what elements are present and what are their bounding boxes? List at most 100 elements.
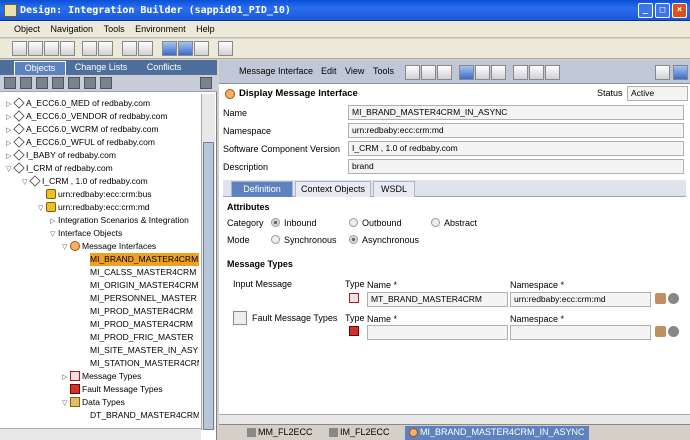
- input-message-name-field[interactable]: MT_BRAND_MASTER4CRM: [367, 292, 508, 307]
- tree-item[interactable]: MI_PROD_MASTER4CRM: [90, 305, 193, 318]
- tree-item[interactable]: ▷ A_ECC6.0_WCRM of redbaby.com: [6, 123, 159, 136]
- tree-item[interactable]: ▽ Interface Objects: [50, 227, 122, 240]
- menu-view[interactable]: View: [345, 66, 364, 76]
- menu-navigation[interactable]: Navigation: [47, 21, 98, 34]
- forward-arrow-icon[interactable]: [178, 41, 193, 56]
- navigate-icon[interactable]: [668, 293, 679, 304]
- check-icon[interactable]: [437, 65, 452, 80]
- menu-tools[interactable]: Tools: [100, 21, 129, 34]
- tree-item[interactable]: ▷ A_ECC6.0_VENDOR of redbaby.com: [6, 110, 168, 123]
- sort-icon[interactable]: [68, 77, 80, 89]
- tree-item-selected[interactable]: MI_BRAND_MASTER4CRM: [90, 253, 199, 266]
- radio-synchronous[interactable]: Synchronous: [271, 235, 337, 245]
- tab-conflicts[interactable]: Conflicts: [136, 61, 192, 75]
- settings-icon[interactable]: [218, 41, 233, 56]
- new-icon[interactable]: [12, 41, 27, 56]
- tab-wsdl[interactable]: WSDL: [373, 181, 415, 197]
- fault-message-add-icon[interactable]: [233, 311, 247, 325]
- info-icon[interactable]: [459, 65, 474, 80]
- tree-item[interactable]: MI_STATION_MASTER4CRM: [90, 357, 199, 370]
- tree-item[interactable]: ▽ Data Types: [62, 396, 125, 409]
- tree-item[interactable]: ▷ Message Types: [62, 370, 141, 383]
- minimize-button[interactable]: _: [638, 3, 653, 18]
- paste-icon[interactable]: [98, 41, 113, 56]
- tree-item[interactable]: ▽ I_CRM , 1.0 of redbaby.com: [22, 175, 148, 188]
- pin-icon[interactable]: [655, 65, 670, 80]
- tree-item[interactable]: ▽ I_CRM of redbaby.com: [6, 162, 113, 175]
- description-field[interactable]: brand: [348, 159, 684, 174]
- menu-message-interface[interactable]: Message Interface: [239, 66, 313, 76]
- editor-horizontal-scrollbar[interactable]: [219, 414, 690, 424]
- tree-vertical-scrollbar[interactable]: [201, 94, 215, 430]
- menu-help[interactable]: Help: [192, 21, 219, 34]
- tree-horizontal-scrollbar[interactable]: [0, 428, 201, 440]
- namespace-label: Namespace: [223, 126, 272, 136]
- tree-item[interactable]: Fault Message Types: [70, 383, 163, 396]
- print-icon[interactable]: [529, 65, 544, 80]
- menu-tools-editor[interactable]: Tools: [373, 66, 394, 76]
- fault-message-name-field[interactable]: [367, 325, 508, 340]
- namespace-field[interactable]: urn:redbaby:ecc:crm:md: [348, 123, 684, 138]
- copy-icon[interactable]: [82, 41, 97, 56]
- radio-abstract[interactable]: Abstract: [431, 218, 477, 228]
- tree-item[interactable]: MI_PROD_FRIC_MASTER: [90, 331, 193, 344]
- tree-item[interactable]: ▷ I_BABY of redbaby.com: [6, 149, 116, 162]
- expand-icon[interactable]: [122, 41, 137, 56]
- tab-change-lists[interactable]: Change Lists: [68, 61, 134, 75]
- save-icon[interactable]: [44, 41, 59, 56]
- back-arrow-icon[interactable]: [162, 41, 177, 56]
- tree-item[interactable]: DT_BRAND_MASTER4CRM: [90, 409, 199, 422]
- maximize-button[interactable]: □: [655, 3, 670, 18]
- tree-item[interactable]: ▷ Integration Scenarios & Integration: [50, 214, 189, 227]
- navigate-icon[interactable]: [668, 326, 679, 337]
- collapse-icon[interactable]: [4, 77, 16, 89]
- history-icon[interactable]: [100, 77, 112, 89]
- editor-tab-mm-fl2ecc[interactable]: MM_FL2ECC: [243, 426, 317, 440]
- tree-item[interactable]: MI_SITE_MASTER_IN_ASY: [90, 344, 198, 357]
- refresh-icon[interactable]: [138, 41, 153, 56]
- scroll-thumb[interactable]: [203, 142, 214, 430]
- open-icon[interactable]: [28, 41, 43, 56]
- network-icon[interactable]: [491, 65, 506, 80]
- menu-object[interactable]: Object: [10, 21, 44, 34]
- tree-item[interactable]: urn:redbaby:ecc:crm:bus: [38, 188, 152, 201]
- find-icon[interactable]: [52, 77, 64, 89]
- tree-item[interactable]: MI_CALSS_MASTER4CRM: [90, 266, 196, 279]
- tab-objects[interactable]: Objects: [14, 61, 66, 75]
- close-editor-icon[interactable]: [673, 65, 688, 80]
- radio-asynchronous[interactable]: Asynchronous: [349, 235, 419, 245]
- tree-item[interactable]: MI_ORIGIN_MASTER4CRM: [90, 279, 199, 292]
- delete-icon[interactable]: [60, 41, 75, 56]
- menu-edit[interactable]: Edit: [321, 66, 337, 76]
- menu-environment[interactable]: Environment: [131, 21, 190, 34]
- tree-item[interactable]: MI_PROD_MASTER4CRM: [90, 318, 193, 331]
- filter-icon[interactable]: [20, 77, 32, 89]
- radio-inbound[interactable]: Inbound: [271, 218, 317, 228]
- tree-item[interactable]: MI_PERSONNEL_MASTER: [90, 292, 197, 305]
- search-icon[interactable]: [36, 77, 48, 89]
- book-icon[interactable]: [513, 65, 528, 80]
- view-icon[interactable]: [84, 77, 96, 89]
- name-field[interactable]: MI_BRAND_MASTER4CRM_IN_ASYNC: [348, 105, 684, 120]
- fault-message-namespace-field[interactable]: [510, 325, 651, 340]
- cloud-icon[interactable]: [475, 65, 490, 80]
- radio-outbound[interactable]: Outbound: [349, 218, 402, 228]
- input-message-namespace-field[interactable]: urn:redbaby:ecc:crm:md: [510, 292, 651, 307]
- close-button[interactable]: ×: [672, 3, 687, 18]
- value-help-icon[interactable]: [655, 293, 666, 304]
- refresh-tree-icon[interactable]: [200, 77, 212, 89]
- editor-tab-im-fl2ecc[interactable]: IM_FL2ECC: [325, 426, 394, 440]
- tab-context-objects[interactable]: Context Objects: [295, 181, 371, 197]
- swcv-field[interactable]: I_CRM , 1.0 of redbaby.com: [348, 141, 684, 156]
- tree-item[interactable]: ▽ urn:redbaby:ecc:crm:md: [38, 201, 150, 214]
- tree-item[interactable]: ▷ A_ECC6.0_MED of redbaby.com: [6, 97, 150, 110]
- tree-item[interactable]: ▽ Message Interfaces: [62, 240, 156, 253]
- tab-definition[interactable]: Definition: [231, 181, 293, 197]
- tree-item[interactable]: ▷ A_ECC6.0_WFUL of redbaby.com: [6, 136, 155, 149]
- edit-icon[interactable]: [405, 65, 420, 80]
- editor-tab-mi-brand[interactable]: MI_BRAND_MASTER4CRM_IN_ASYNC: [405, 426, 589, 440]
- value-help-icon[interactable]: [655, 326, 666, 337]
- save-object-icon[interactable]: [421, 65, 436, 80]
- export-icon[interactable]: [545, 65, 560, 80]
- window-icon[interactable]: [194, 41, 209, 56]
